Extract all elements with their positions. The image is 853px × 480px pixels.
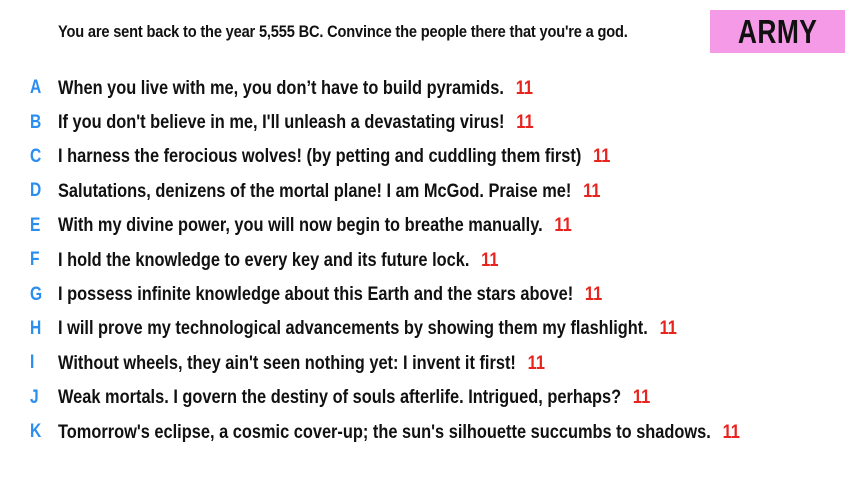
answer-letter: J <box>30 386 39 408</box>
answer-letter: C <box>30 145 42 167</box>
answer-body: With my divine power, you will now begin… <box>58 214 572 237</box>
answer-item[interactable]: C I harness the ferocious wolves! (by pe… <box>0 140 853 174</box>
answer-text: Without wheels, they ain't seen nothing … <box>58 351 516 374</box>
answer-letter: I <box>30 352 35 374</box>
answer-score: 11 <box>593 145 611 168</box>
answer-letter: H <box>30 317 42 339</box>
answer-item[interactable]: K Tomorrow's eclipse, a cosmic cover-up;… <box>0 415 853 449</box>
answer-body: Without wheels, they ain't seen nothing … <box>58 352 545 375</box>
answer-list: A When you live with me, you don’t have … <box>0 71 853 449</box>
answer-score: 11 <box>481 248 499 271</box>
answer-text: I hold the knowledge to every key and it… <box>58 248 470 271</box>
answer-item[interactable]: H I will prove my technological advancem… <box>0 312 853 346</box>
answer-item[interactable]: D Salutations, denizens of the mortal pl… <box>0 174 853 208</box>
answer-text: With my divine power, you will now begin… <box>58 214 543 237</box>
answer-letter: A <box>30 77 42 99</box>
answer-text: Tomorrow's eclipse, a cosmic cover-up; t… <box>58 420 711 443</box>
answer-body: When you live with me, you don’t have to… <box>58 77 533 100</box>
prompt-text: You are sent back to the year 5,555 BC. … <box>58 22 628 41</box>
answer-text: I harness the ferocious wolves! (by pett… <box>58 145 582 168</box>
answer-body: I harness the ferocious wolves! (by pett… <box>58 145 610 168</box>
answer-letter: B <box>30 111 42 133</box>
team-label: ARMY <box>737 12 818 50</box>
answer-body: Tomorrow's eclipse, a cosmic cover-up; t… <box>58 421 740 444</box>
answer-letter: G <box>30 283 43 305</box>
answer-item[interactable]: J Weak mortals. I govern the destiny of … <box>0 381 853 415</box>
answer-body: Weak mortals. I govern the destiny of so… <box>58 386 650 409</box>
answer-score: 11 <box>527 351 545 374</box>
answer-score: 11 <box>722 420 740 443</box>
answer-text: When you live with me, you don’t have to… <box>58 76 504 99</box>
answer-body: If you don't believe in me, I'll unleash… <box>58 111 534 134</box>
answer-text: Weak mortals. I govern the destiny of so… <box>58 386 622 409</box>
answer-letter: F <box>30 249 40 271</box>
answer-letter: E <box>30 214 41 236</box>
answer-text: I will prove my technological advancemen… <box>58 317 648 340</box>
answer-score: 11 <box>632 386 651 409</box>
answer-body: I hold the knowledge to every key and it… <box>58 249 499 272</box>
answer-item[interactable]: I Without wheels, they ain't seen nothin… <box>0 346 853 380</box>
answer-text: Salutations, denizens of the mortal plan… <box>58 179 572 202</box>
answer-text: If you don't believe in me, I'll unleash… <box>58 111 505 134</box>
answer-score: 11 <box>584 283 603 306</box>
answer-body: I possess infinite knowledge about this … <box>58 283 602 306</box>
answer-score: 11 <box>659 317 677 340</box>
answer-score: 11 <box>515 76 534 99</box>
answer-score: 11 <box>583 179 601 202</box>
answer-item[interactable]: E With my divine power, you will now beg… <box>0 209 853 243</box>
answer-body: I will prove my technological advancemen… <box>58 317 677 340</box>
answer-letter: D <box>30 180 42 202</box>
answer-item[interactable]: G I possess infinite knowledge about thi… <box>0 277 853 311</box>
answer-text: I possess infinite knowledge about this … <box>58 283 574 306</box>
answer-letter: K <box>30 421 42 443</box>
answer-score: 11 <box>554 214 572 237</box>
team-badge: ARMY <box>710 10 845 53</box>
answer-item[interactable]: F I hold the knowledge to every key and … <box>0 243 853 277</box>
answer-item[interactable]: B If you don't believe in me, I'll unlea… <box>0 105 853 139</box>
answer-score: 11 <box>516 111 534 134</box>
answer-body: Salutations, denizens of the mortal plan… <box>58 180 600 203</box>
answer-item[interactable]: A When you live with me, you don’t have … <box>0 71 853 105</box>
